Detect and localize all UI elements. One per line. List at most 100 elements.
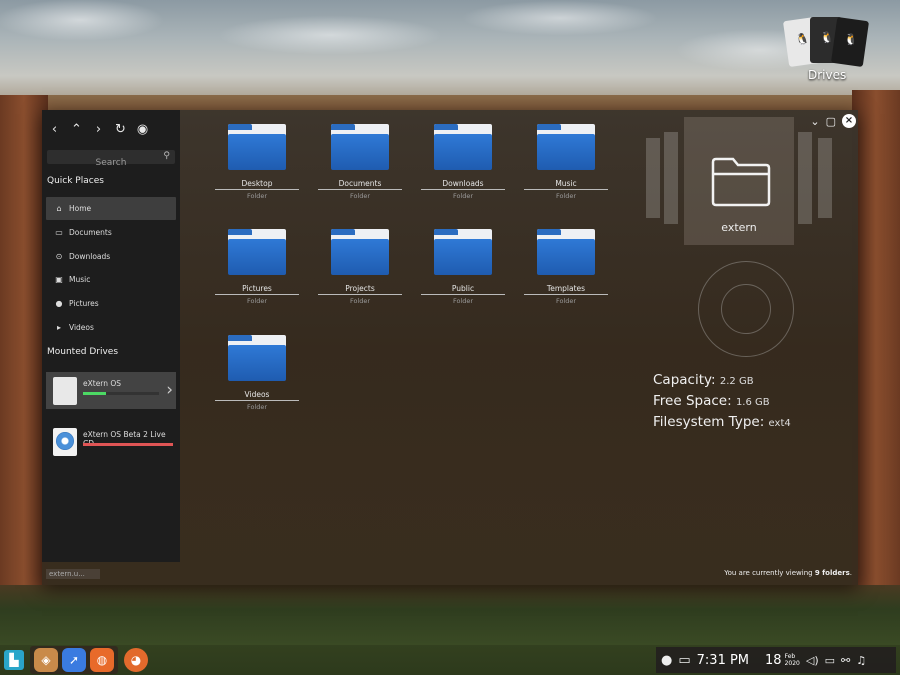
drive-usage-fill bbox=[83, 392, 106, 395]
wallpaper-canyon-floor bbox=[0, 585, 900, 645]
video-icon: ▸ bbox=[56, 322, 61, 332]
folder-type: Folder bbox=[349, 192, 371, 200]
view-status: You are currently viewing 9 folders. bbox=[724, 569, 852, 577]
preview-side-card bbox=[818, 138, 832, 218]
system-tray: ● ▭ 7:31 PM 18 Feb 2020 ◁) ▭ ⚯ ♫ bbox=[656, 647, 896, 673]
fox-app-icon[interactable]: ◕ bbox=[124, 648, 148, 672]
sidebar-item-pictures[interactable]: ● Pictures bbox=[46, 292, 176, 315]
status-prefix: You are currently viewing bbox=[724, 569, 815, 577]
window-controls: ⌄ ▢ × bbox=[810, 114, 856, 128]
outline-folder-icon bbox=[711, 157, 771, 207]
folder-name: Templates bbox=[524, 284, 608, 295]
drive-card-icon: 🐧 bbox=[830, 16, 870, 68]
folder-type: Folder bbox=[452, 297, 474, 305]
battery-icon[interactable]: ▭ bbox=[825, 654, 835, 667]
dock-group: ◈ ➚ ◍ bbox=[30, 646, 118, 674]
folder-item[interactable]: Downloads Folder bbox=[421, 124, 505, 200]
date-day[interactable]: 18 bbox=[765, 653, 782, 668]
search-box: ⚲ bbox=[47, 150, 175, 170]
quick-places-title: Quick Places bbox=[47, 176, 104, 186]
folder-name: Documents bbox=[318, 179, 402, 190]
sidebar-item-videos[interactable]: ▸ Videos bbox=[46, 316, 176, 339]
folder-type: Folder bbox=[555, 192, 577, 200]
date-month: Feb bbox=[784, 653, 796, 660]
desktop-drives-icon[interactable]: 🐧 🐧 🐧 Drives bbox=[782, 15, 876, 83]
date-sub: Feb 2020 bbox=[785, 653, 800, 667]
search-input[interactable] bbox=[47, 156, 175, 170]
filesystem-value: ext4 bbox=[768, 418, 791, 429]
drive-preview-card[interactable]: extern bbox=[684, 117, 794, 245]
filesystem-label: Filesystem Type: bbox=[653, 414, 765, 430]
app-store-icon[interactable]: ◈ bbox=[34, 648, 58, 672]
folder-item[interactable]: Pictures Folder bbox=[215, 229, 299, 305]
drive-icon bbox=[53, 377, 77, 405]
preview-label: extern bbox=[721, 221, 757, 234]
chevron-up-icon[interactable]: ⌃ bbox=[70, 122, 83, 138]
drive-item-extern-os[interactable]: eXtern OS › bbox=[46, 372, 176, 409]
preview-side-card bbox=[798, 132, 812, 224]
folder-name: Music bbox=[524, 179, 608, 190]
taskbar: ▙ ◈ ➚ ◍ ◕ ● ▭ 7:31 PM 18 Feb 2020 ◁) ▭ ⚯… bbox=[0, 645, 900, 675]
sidebar-item-downloads[interactable]: ⊙ Downloads bbox=[46, 245, 176, 268]
sidebar-item-music[interactable]: ▣ Music bbox=[46, 268, 176, 291]
network-icon[interactable]: ⚯ bbox=[841, 654, 850, 667]
chevron-right-icon[interactable]: › bbox=[166, 380, 173, 400]
folder-type: Folder bbox=[246, 192, 268, 200]
folder-icon bbox=[537, 229, 595, 275]
chevron-right-icon[interactable]: › bbox=[92, 122, 105, 138]
preview-side-card bbox=[664, 132, 678, 224]
drive-usage-fill bbox=[83, 443, 173, 446]
preview-side-card bbox=[646, 138, 660, 218]
cd-drive-icon bbox=[53, 428, 77, 456]
folder-icon bbox=[228, 229, 286, 275]
notification-bell-icon[interactable]: ♫ bbox=[856, 654, 866, 667]
folder-name: Pictures bbox=[215, 284, 299, 295]
nav-toolbar: ‹ ⌃ › ↻ ◉ bbox=[48, 122, 149, 138]
drive-name: eXtern OS bbox=[83, 379, 122, 388]
folder-type: Folder bbox=[246, 403, 268, 411]
maximize-icon[interactable]: ▢ bbox=[826, 115, 836, 128]
free-space-line: Free Space: 1.6 GB bbox=[653, 393, 770, 409]
chevron-left-icon[interactable]: ‹ bbox=[48, 122, 61, 138]
folder-item[interactable]: Documents Folder bbox=[318, 124, 402, 200]
capacity-line: Capacity: 2.2 GB bbox=[653, 372, 754, 388]
folder-item[interactable]: Music Folder bbox=[524, 124, 608, 200]
folder-item[interactable]: Videos Folder bbox=[215, 335, 299, 411]
cd-disc-icon bbox=[56, 432, 74, 450]
status-count: 9 folders bbox=[814, 569, 850, 577]
window-switcher-icon[interactable]: ▭ bbox=[678, 653, 690, 668]
desktop-drives-label: Drives bbox=[808, 68, 847, 82]
folder-item[interactable]: Public Folder bbox=[421, 229, 505, 305]
sidebar-item-documents[interactable]: ▭ Documents bbox=[46, 221, 176, 244]
rocket-app-icon[interactable]: ➚ bbox=[62, 648, 86, 672]
folder-icon bbox=[228, 124, 286, 170]
folder-item[interactable]: Desktop Folder bbox=[215, 124, 299, 200]
drive-usage-bar bbox=[83, 392, 159, 395]
folder-item[interactable]: Projects Folder bbox=[318, 229, 402, 305]
sidebar: ‹ ⌃ › ↻ ◉ ⚲ Quick Places ⌂ Home ▭ Docume… bbox=[42, 110, 180, 562]
close-icon[interactable]: × bbox=[842, 114, 856, 128]
file-manager-window: ‹ ⌃ › ↻ ◉ ⚲ Quick Places ⌂ Home ▭ Docume… bbox=[42, 110, 858, 585]
music-icon: ▣ bbox=[55, 275, 63, 285]
app-menu-icon[interactable]: ▙ bbox=[4, 650, 24, 670]
sky-wallpaper bbox=[0, 0, 900, 95]
search-icon[interactable]: ⚲ bbox=[163, 151, 170, 161]
sidebar-item-home[interactable]: ⌂ Home bbox=[46, 197, 176, 220]
clock[interactable]: 7:31 PM bbox=[697, 653, 749, 668]
folder-item[interactable]: Templates Folder bbox=[524, 229, 608, 305]
free-space-label: Free Space: bbox=[653, 393, 732, 409]
volume-icon[interactable]: ◁) bbox=[806, 654, 819, 667]
folder-name: Projects bbox=[318, 284, 402, 295]
folder-icon bbox=[434, 229, 492, 275]
folder-icon bbox=[331, 229, 389, 275]
user-icon[interactable]: ● bbox=[661, 653, 672, 668]
drive-item-live-cd[interactable]: eXtern OS Beta 2 Live CD bbox=[46, 423, 176, 460]
refresh-icon[interactable]: ↻ bbox=[114, 122, 127, 138]
minimize-icon[interactable]: ⌄ bbox=[810, 115, 819, 128]
path-indicator[interactable]: extern.u... bbox=[46, 569, 100, 579]
capacity-value: 2.2 GB bbox=[719, 376, 754, 387]
folder-name: Public bbox=[421, 284, 505, 295]
eye-icon[interactable]: ◉ bbox=[136, 122, 149, 138]
sidebar-item-label: Downloads bbox=[69, 251, 111, 261]
media-app-icon[interactable]: ◍ bbox=[90, 648, 114, 672]
